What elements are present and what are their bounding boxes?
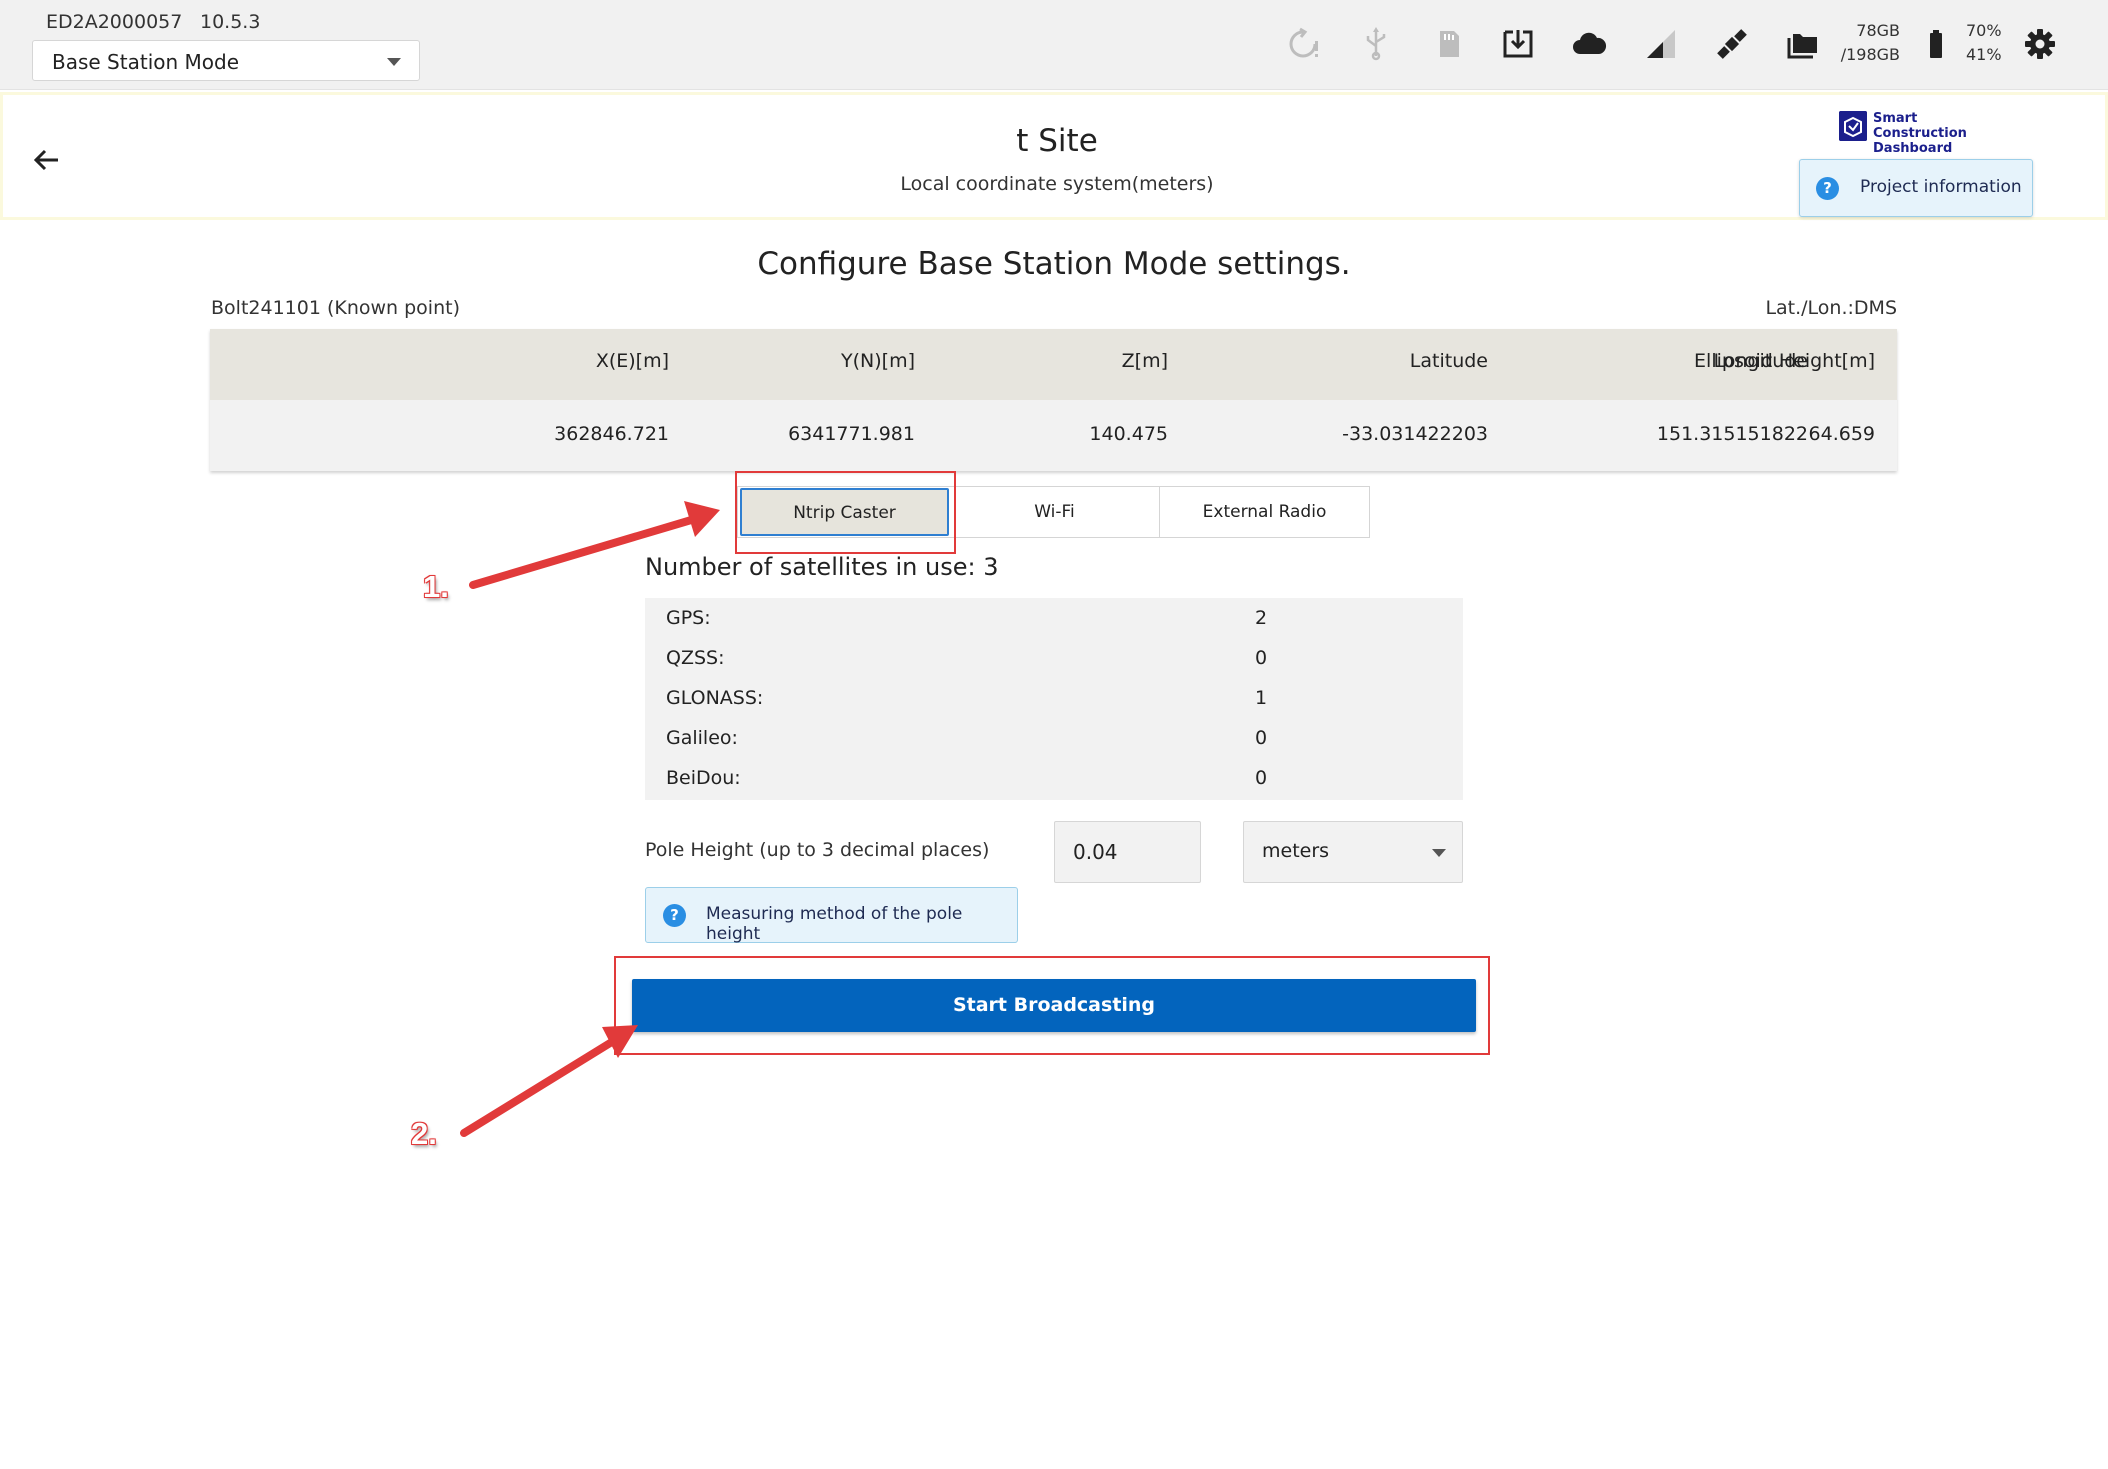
- page-title: Configure Base Station Mode settings.: [757, 246, 1351, 282]
- satellite-table: GPS: 2 QZSS: 0 GLONASS: 1 Galileo: 0 Bei…: [645, 598, 1463, 800]
- tab-wifi[interactable]: Wi-Fi: [950, 487, 1160, 537]
- coordinate-table: X(E)[m] Y(N)[m] Z[m] Latitude Longitude …: [210, 329, 1897, 471]
- usb-icon: [1366, 27, 1386, 61]
- reload-warning-icon: [1289, 27, 1318, 58]
- project-header: t Site Local coordinate system(meters) S…: [0, 92, 2108, 220]
- column-header: X(E)[m]: [595, 350, 669, 372]
- pole-height-input[interactable]: [1054, 821, 1201, 883]
- firmware-version: 10.5.3: [200, 11, 261, 33]
- download-icon: [1503, 30, 1533, 58]
- mode-select[interactable]: Base Station Mode: [32, 40, 420, 81]
- measuring-method-button[interactable]: ? Measuring method of the pole height: [645, 887, 1018, 944]
- battery-icon: [1930, 30, 1942, 58]
- list-item: BeiDou: 0: [645, 758, 1463, 798]
- column-header: Y(N)[m]: [841, 350, 915, 372]
- satellite-name: Galileo:: [666, 727, 738, 749]
- step-1-label: 1.: [423, 569, 449, 604]
- project-title: t Site: [1016, 123, 1098, 159]
- storage-total: /198GB: [1840, 45, 1900, 64]
- unit-select[interactable]: meters: [1243, 821, 1463, 883]
- satellite-count: 2: [1255, 607, 1268, 629]
- list-item: QZSS: 0: [645, 638, 1463, 678]
- chevron-down-icon: [387, 58, 401, 66]
- table-cell: 64.659: [1808, 423, 1875, 445]
- tab-external-radio[interactable]: External Radio: [1160, 487, 1369, 537]
- measuring-method-label: Measuring method of the pole height: [706, 904, 963, 944]
- column-header: Z[m]: [1121, 350, 1168, 372]
- device-id: ED2A2000057: [46, 11, 183, 33]
- step-2-label: 2.: [411, 1116, 437, 1151]
- sd-card-icon: [1440, 31, 1459, 57]
- column-header: Latitude: [1409, 350, 1488, 372]
- satellite-name: QZSS:: [666, 647, 725, 669]
- cloud-icon: [1573, 32, 1607, 54]
- table-cell: 6341771.981: [788, 423, 915, 445]
- satellite-count: 0: [1255, 767, 1268, 789]
- satellite-count: 0: [1255, 647, 1268, 669]
- table-row: 362846.721 6341771.981 140.475 -33.03142…: [210, 400, 1897, 471]
- satellite-name: GPS:: [666, 607, 711, 629]
- highlight-box-step1: [735, 471, 956, 554]
- logo-line-1: Smart Construction: [1873, 111, 1967, 141]
- satellite-count: 0: [1255, 727, 1268, 749]
- mode-select-value: Base Station Mode: [52, 50, 240, 74]
- storage-indicator: 78GB /198GB: [1838, 19, 1900, 67]
- list-item: GPS: 2: [645, 598, 1463, 638]
- project-information-button[interactable]: ? Project information: [1799, 159, 2033, 217]
- chevron-down-icon: [1432, 849, 1446, 857]
- battery-level-2: 41%: [1966, 45, 2002, 64]
- highlight-box-step2: [614, 956, 1490, 1055]
- satellite-name: GLONASS:: [666, 687, 764, 709]
- table-cell: 151.315151822: [1656, 423, 1808, 445]
- base-station-settings-page: ED2A2000057 10.5.3 Base Station Mode 78G…: [0, 0, 2108, 1469]
- storage-used: 78GB: [1856, 21, 1900, 40]
- list-item: GLONASS: 1: [645, 678, 1463, 718]
- pole-height-label: Pole Height (up to 3 decimal places): [645, 839, 990, 861]
- smart-construction-logo: Smart Construction Dashboard: [1839, 111, 2009, 156]
- known-point-name: Bolt241101 (Known point): [211, 297, 460, 319]
- table-cell: 362846.721: [554, 423, 669, 445]
- coordinate-system-label: Local coordinate system(meters): [900, 173, 1214, 195]
- satellite-count: 1: [1255, 687, 1268, 709]
- battery-levels: 70% 41%: [1966, 19, 2002, 67]
- satellites-title: Number of satellites in use: 3: [645, 553, 999, 581]
- satellite-icon: [1717, 29, 1747, 59]
- table-cell: 140.475: [1089, 423, 1168, 445]
- table-cell: -33.031422203: [1342, 423, 1488, 445]
- unit-select-value: meters: [1262, 840, 1330, 862]
- coordinate-table-header: X(E)[m] Y(N)[m] Z[m] Latitude Longitude …: [210, 329, 1897, 400]
- column-header: Ellipsoid Height[m]: [1694, 350, 1875, 372]
- satellite-name: BeiDou:: [666, 767, 741, 789]
- signal-icon: [1647, 30, 1675, 58]
- logo-line-2: Dashboard: [1873, 141, 1953, 156]
- list-item: Galileo: 0: [645, 718, 1463, 758]
- gear-icon[interactable]: [2022, 26, 2058, 62]
- latlon-format: Lat./Lon.:DMS: [1765, 297, 1897, 319]
- folder-icon: [1787, 34, 1817, 59]
- arrow-step2: [460, 1025, 638, 1137]
- help-icon: ?: [663, 904, 686, 927]
- help-icon: ?: [1816, 177, 1839, 200]
- project-information-label: Project information: [1860, 177, 2022, 197]
- status-bar: ED2A2000057 10.5.3 Base Station Mode 78G…: [0, 0, 2108, 90]
- dashboard-logo-icon: [1839, 111, 1867, 141]
- battery-level-1: 70%: [1966, 21, 2002, 40]
